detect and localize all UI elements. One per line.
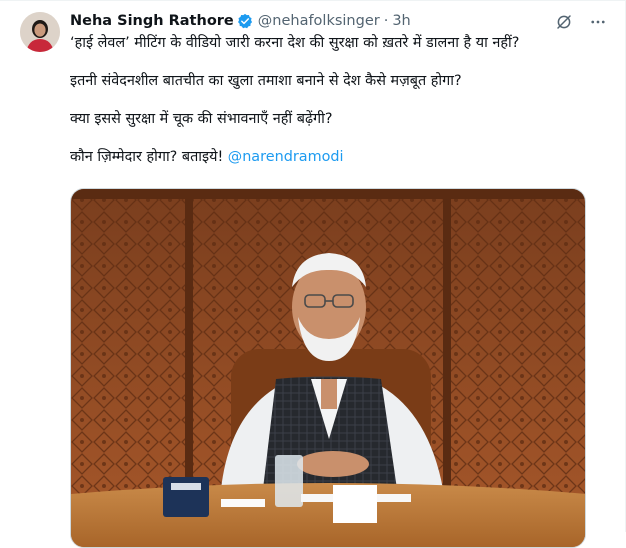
verified-badge-icon: [237, 13, 253, 29]
tweet-header: Neha Singh Rathore @nehafolksinger · 3h: [70, 11, 411, 31]
top-border: [0, 0, 626, 1]
mention-link[interactable]: @narendramodi: [228, 149, 344, 165]
avatar[interactable]: [20, 12, 60, 52]
tweet-text: ‘हाई लेवल’ मीटिंग के वीडियो जारी करना दे…: [70, 34, 610, 167]
more-dots-icon[interactable]: [588, 12, 608, 32]
tweet-line-last: कौन ज़िम्मेदार होगा? बताइये! @narendramo…: [70, 148, 610, 167]
grok-icon[interactable]: [554, 12, 574, 32]
tweet-line: क्या इससे सुरक्षा में चूक की संभावनाएँ न…: [70, 111, 333, 127]
tweet-line-last-text: कौन ज़िम्मेदार होगा? बताइये!: [70, 149, 228, 165]
separator-dot: ·: [383, 13, 389, 29]
timestamp[interactable]: 3h: [392, 13, 410, 29]
display-name[interactable]: Neha Singh Rathore: [70, 13, 234, 29]
tweet-actions-top: [554, 12, 608, 32]
tweet-line: इतनी संवेदनशील बातचीत का खुला तमाशा बनान…: [70, 73, 462, 89]
tweet-media-image[interactable]: [70, 188, 586, 548]
tweet-line: ‘हाई लेवल’ मीटिंग के वीडियो जारी करना दे…: [70, 35, 520, 51]
user-handle[interactable]: @nehafolksinger: [258, 13, 380, 29]
